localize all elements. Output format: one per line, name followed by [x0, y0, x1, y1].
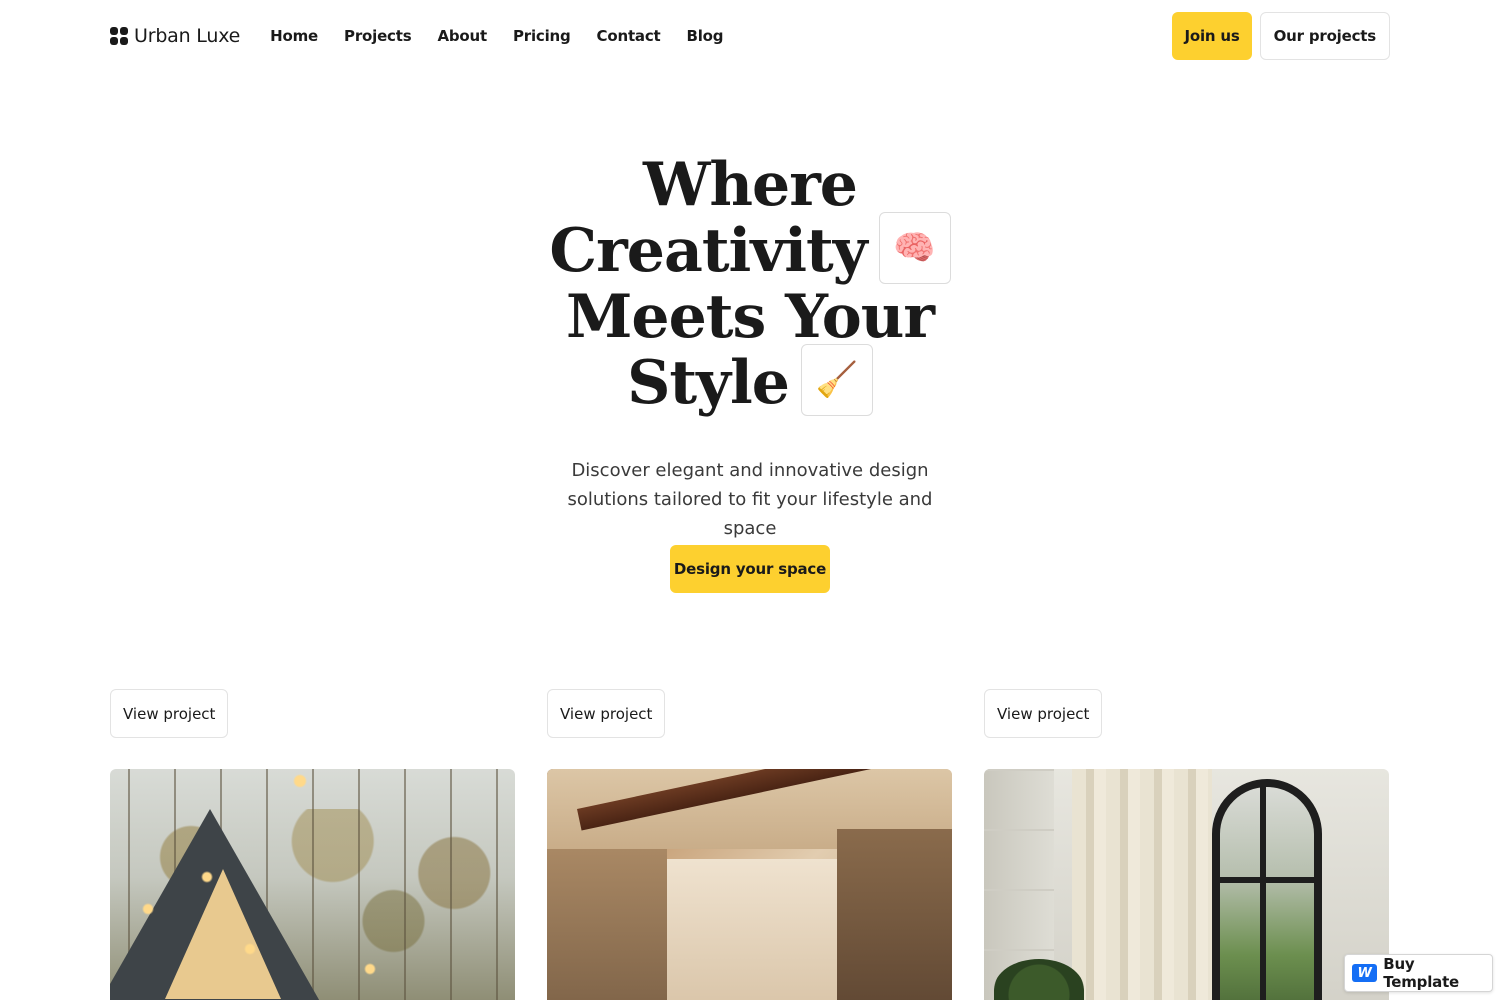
brand-logo[interactable]: Urban Luxe — [110, 25, 240, 47]
nav-item-pricing[interactable]: Pricing — [513, 27, 571, 45]
project-image-cabin[interactable] — [110, 769, 515, 1000]
buy-template-label: Buy Template — [1383, 955, 1460, 991]
hero-subtitle: Discover elegant and innovative design s… — [567, 460, 933, 539]
nav-item-about[interactable]: About — [437, 27, 487, 45]
brain-emoji-icon: 🧠 — [878, 211, 951, 284]
view-project-button-1[interactable]: View project — [110, 689, 229, 738]
design-your-space-button[interactable]: Design your space — [670, 545, 830, 593]
hero-title-line-4-wrap: Style 🧹 — [450, 343, 1050, 418]
join-us-button[interactable]: Join us — [1172, 12, 1252, 60]
nav-item-home[interactable]: Home — [270, 27, 318, 45]
our-projects-button[interactable]: Our projects — [1259, 12, 1390, 60]
brand-name: Urban Luxe — [134, 25, 241, 47]
site-header: Urban Luxe Home Projects About Pricing C… — [110, 12, 1390, 60]
header-actions: Join us Our projects — [1172, 12, 1390, 60]
project-image-window[interactable] — [984, 769, 1389, 1000]
webflow-icon: W — [1352, 964, 1378, 982]
view-project-button-2[interactable]: View project — [547, 689, 666, 738]
view-project-button-3[interactable]: View project — [984, 689, 1103, 738]
hero-title-line-2: Creativity — [549, 216, 867, 286]
hero-title-line-3: Meets Your — [565, 282, 935, 352]
hero-title-line-2-wrap: Creativity 🧠 — [450, 211, 1050, 286]
nav-item-blog[interactable]: Blog — [687, 27, 724, 45]
hero-title-line-1: Where — [643, 150, 858, 220]
hero-title: Where Creativity 🧠 Meets Your Style 🧹 — [450, 152, 1050, 416]
broom-emoji-icon: 🧹 — [800, 343, 873, 416]
four-squares-logo-icon — [110, 27, 128, 45]
buy-template-badge[interactable]: W Buy Template — [1344, 954, 1493, 992]
main-nav: Home Projects About Pricing Contact Blog — [270, 27, 749, 45]
nav-item-projects[interactable]: Projects — [344, 27, 412, 45]
nav-item-contact[interactable]: Contact — [597, 27, 661, 45]
project-image-interior[interactable] — [547, 769, 952, 1000]
hero-title-line-4: Style — [627, 348, 790, 418]
